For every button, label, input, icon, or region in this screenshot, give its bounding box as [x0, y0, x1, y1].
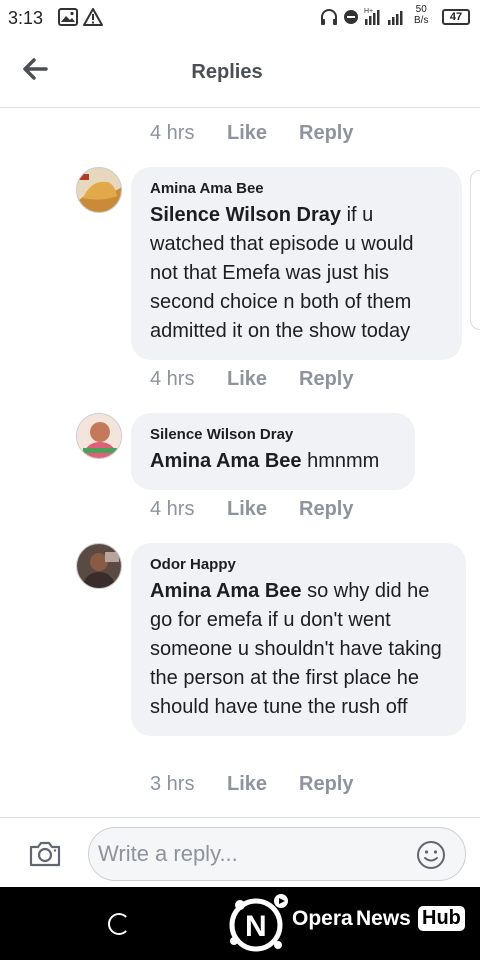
warning-icon	[83, 8, 103, 31]
reply-composer: Write a reply...	[0, 817, 480, 887]
network-speed-unit: B/s	[414, 15, 429, 26]
opera-news-logo-icon: N	[226, 891, 292, 958]
battery-indicator: 47	[442, 9, 470, 25]
mention-tag[interactable]: Silence Wilson Dray	[150, 204, 341, 226]
svg-text:H+: H+	[364, 8, 373, 15]
comment-author[interactable]: Silence Wilson Dray	[150, 426, 397, 444]
like-button[interactable]: Like	[227, 122, 267, 145]
comment-time: 4 hrs	[150, 122, 195, 144]
do-not-disturb-icon	[344, 10, 358, 29]
headphones-icon	[320, 8, 338, 31]
status-time: 3:13	[8, 8, 44, 28]
header: Replies	[0, 36, 480, 108]
navigation-bar: N Opera News Hub	[0, 887, 480, 960]
reply-button[interactable]: Reply	[299, 368, 353, 391]
like-button[interactable]: Like	[227, 368, 267, 391]
brand-hub: Hub	[418, 906, 465, 931]
reply-button[interactable]: Reply	[299, 122, 353, 145]
page-title: Replies	[191, 61, 263, 83]
camera-icon[interactable]	[28, 840, 62, 873]
reply-button[interactable]: Reply	[299, 773, 353, 796]
home-button-icon[interactable]	[108, 913, 130, 935]
comment-author[interactable]: Odor Happy	[150, 556, 448, 574]
avatar[interactable]	[76, 543, 122, 589]
comment-text: Amina Ama Bee hmnmm	[150, 447, 397, 476]
comment-text: Silence Wilson Dray if u watched that ep…	[150, 201, 444, 346]
mention-tag[interactable]: Amina Ama Bee	[150, 580, 302, 602]
status-bar: 3:13 H+ 50 B/s 47	[0, 0, 480, 36]
comment-author[interactable]: Amina Ama Bee	[150, 180, 444, 198]
brand-opera: Opera	[292, 907, 353, 930]
comment-time: 3 hrs	[150, 773, 195, 795]
reply-input[interactable]: Write a reply...	[88, 827, 466, 881]
avatar[interactable]	[76, 413, 122, 459]
adjacent-card-edge	[470, 170, 480, 330]
reply-placeholder: Write a reply...	[98, 841, 238, 866]
comment-time: 4 hrs	[150, 368, 195, 390]
like-button[interactable]: Like	[227, 773, 267, 796]
network-speed: 50 B/s	[414, 4, 428, 26]
like-button[interactable]: Like	[227, 498, 267, 521]
smiley-icon[interactable]	[416, 840, 446, 875]
mention-tag[interactable]: Amina Ama Bee	[150, 450, 302, 472]
comment-bubble: Amina Ama Bee Silence Wilson Dray if u w…	[131, 167, 462, 360]
brand-news: News	[356, 907, 411, 930]
avatar[interactable]	[76, 167, 122, 213]
signal-strength-icon: H+	[364, 6, 410, 31]
comment-bubble: Odor Happy Amina Ama Bee so why did he g…	[131, 543, 466, 736]
reply-button[interactable]: Reply	[299, 498, 353, 521]
comment-body: hmnmm	[307, 450, 380, 472]
comment-text: Amina Ama Bee so why did he go for emefa…	[150, 577, 448, 722]
network-speed-value: 50	[415, 4, 427, 15]
svg-text:N: N	[245, 910, 267, 943]
comment-bubble: Silence Wilson Dray Amina Ama Bee hmnmm	[131, 413, 415, 490]
image-notification-icon	[58, 8, 78, 31]
comment-time: 4 hrs	[150, 498, 195, 520]
